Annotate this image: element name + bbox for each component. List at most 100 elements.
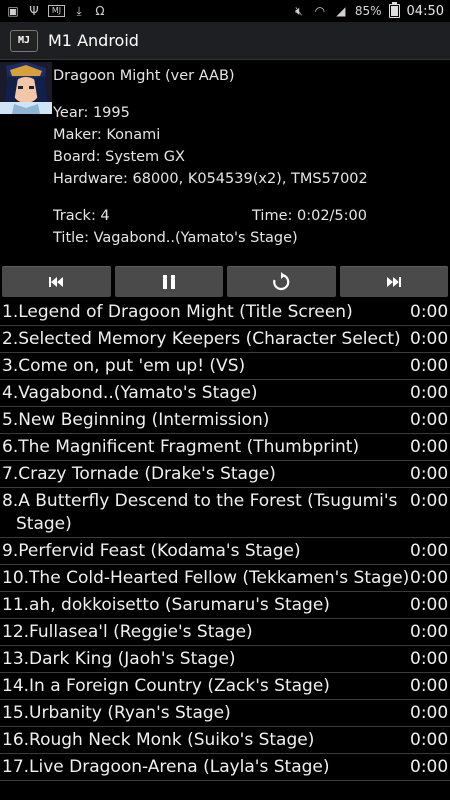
track-title: 15.Urbanity (Ryan's Stage) [0,700,410,726]
track-duration: 0:00 [410,730,449,750]
pause-button[interactable] [114,266,223,297]
track-number: 12. [2,622,30,642]
track-number: 4. [2,383,19,403]
track-duration: 0:00 [410,568,449,588]
track-row[interactable]: 3.Come on, put 'em up! (VS) 0:00 [0,353,450,380]
track-duration: 0:00 [410,703,449,723]
replay-button[interactable] [227,266,336,297]
track-number: 6. [2,437,19,457]
usb-icon: Ψ [29,4,39,18]
game-maker: Maker: Konami [53,127,161,143]
track-number: 8. [2,491,19,511]
track-number: 16. [2,730,30,750]
track-row[interactable]: 11.ah, dokkoisetto (Sarumaru's Stage) 0:0… [0,592,450,619]
track-number: 14. [2,676,30,696]
system-icons: 🔇︎ ◠ ◢ 85% 04:50 [292,2,444,19]
track-number: 3. [2,356,19,376]
track-number: 1. [2,302,19,322]
track-row[interactable]: 8.A Butterfly Descend to the Forest (Tsu… [0,488,450,538]
track-title: 2.Selected Memory Keepers (Character Sel… [0,326,410,352]
track-title: 14.In a Foreign Country (Zack's Stage) [0,673,410,699]
track-name: Perfervid Feast (Kodama's Stage) [18,541,301,561]
track-duration: 0:00 [410,329,449,349]
track-title: 1.Legend of Dragoon Might (Title Screen) [0,299,410,325]
signal-icon: ◢ [336,4,346,18]
track-name: Crazy Tornade (Drake's Stage) [18,464,276,484]
track-duration: 0:00 [410,356,449,376]
track-number: 13. [2,649,30,669]
track-row[interactable]: 9.Perfervid Feast (Kodama's Stage) 0:00 [0,538,450,565]
track-title: 10.The Cold-Hearted Fellow (Tekkamen's S… [0,565,410,591]
track-duration: 0:00 [410,437,449,457]
track-row[interactable]: 7.Crazy Tornade (Drake's Stage) 0:00 [0,461,450,488]
image-icon: ▣ [7,4,19,18]
track-title: 12.Fullasea'l (Reggie's Stage) [0,619,410,645]
track-name: ah, dokkoisetto (Sarumaru's Stage) [29,595,330,615]
track-name: Live Dragoon-Arena (Layla's Stage) [29,757,330,777]
track-number: 15. [2,703,30,723]
track-duration: 0:00 [410,302,449,322]
track-duration: 0:00 [410,757,449,777]
game-artwork-thumbnail [0,62,52,114]
track-row[interactable]: 2.Selected Memory Keepers (Character Sel… [0,326,450,353]
track-name: New Beginning (Intermission) [18,410,270,430]
track-title: 8.A Butterfly Descend to the Forest (Tsu… [0,488,410,537]
current-track-title: Title: Vagabond..(Yamato's Stage) [53,230,298,246]
track-row[interactable]: 13.Dark King (Jaoh's Stage) 0:00 [0,646,450,673]
track-duration: 0:00 [410,676,449,696]
track-name: The Cold-Hearted Fellow (Tekkamen's Stag… [29,568,410,588]
mute-icon: 🔇︎ [295,4,303,18]
track-row[interactable]: 1.Legend of Dragoon Might (Title Screen)… [0,299,450,326]
download-icon: ⤓ [76,4,82,18]
track-name: Rough Neck Monk (Suiko's Stage) [29,730,315,750]
track-number: 7. [2,464,19,484]
game-info-panel: Dragoon Might (ver AAB) Year: 1995 Maker… [0,60,450,266]
game-board: Board: System GX [53,149,185,165]
battery-icon [388,2,400,18]
track-name: Come on, put 'em up! (VS) [18,356,246,376]
track-title: 16.Rough Neck Monk (Suiko's Stage) [0,727,410,753]
track-title: 9.Perfervid Feast (Kodama's Stage) [0,538,410,564]
skip-next-icon [386,276,401,287]
track-name: Vagabond..(Yamato's Stage) [18,383,258,403]
track-number: 10. [2,568,30,588]
track-duration: 0:00 [410,491,449,511]
skip-previous-icon [49,276,64,287]
track-duration: 0:00 [410,622,449,642]
battery-percent: 85% [354,4,382,18]
track-duration: 0:00 [410,595,449,615]
wifi-icon: ◠ [314,4,326,18]
track-duration: 0:00 [410,383,449,403]
track-title: 13.Dark King (Jaoh's Stage) [0,646,410,672]
track-row[interactable]: 15.Urbanity (Ryan's Stage) 0:00 [0,700,450,727]
track-name: The Magnificent Fragment (Thumbprint) [18,437,360,457]
game-hardware: Hardware: 68000, K054539(x2), TMS57002 [53,171,368,187]
app-icon[interactable]: MJ [10,29,38,52]
track-row[interactable]: 4.Vagabond..(Yamato's Stage) 0:00 [0,380,450,407]
track-name: Legend of Dragoon Might (Title Screen) [18,302,353,322]
next-button[interactable] [339,266,448,297]
previous-button[interactable] [2,266,111,297]
current-track-number: Track: 4 [53,208,110,224]
track-row[interactable]: 14.In a Foreign Country (Zack's Stage) 0:… [0,673,450,700]
track-name: A Butterfly Descend to the Forest (Tsugu… [16,491,398,534]
track-name: Dark King (Jaoh's Stage) [29,649,236,669]
track-row[interactable]: 10.The Cold-Hearted Fellow (Tekkamen's S… [0,565,450,592]
game-year: Year: 1995 [53,105,130,121]
pause-icon [162,274,175,289]
track-name: Urbanity (Ryan's Stage) [29,703,231,723]
track-row[interactable]: 5.New Beginning (Intermission) 0:00 [0,407,450,434]
track-row[interactable]: 16.Rough Neck Monk (Suiko's Stage) 0:00 [0,727,450,754]
track-duration: 0:00 [410,410,449,430]
track-number: 17. [2,757,30,777]
track-row[interactable]: 17.Live Dragoon-Arena (Layla's Stage) 0:0… [0,754,450,781]
track-name: Selected Memory Keepers (Character Selec… [18,329,401,349]
track-number: 2. [2,329,19,349]
notification-icons: ▣ Ψ MJ ⤓ Ω [6,5,107,17]
playback-controls [0,266,450,297]
track-duration: 0:00 [410,541,449,561]
track-name: Fullasea'l (Reggie's Stage) [29,622,253,642]
track-row[interactable]: 6.The Magnificent Fragment (Thumbprint) 0… [0,434,450,461]
headphones-icon: Ω [95,4,105,18]
track-row[interactable]: 12.Fullasea'l (Reggie's Stage) 0:00 [0,619,450,646]
